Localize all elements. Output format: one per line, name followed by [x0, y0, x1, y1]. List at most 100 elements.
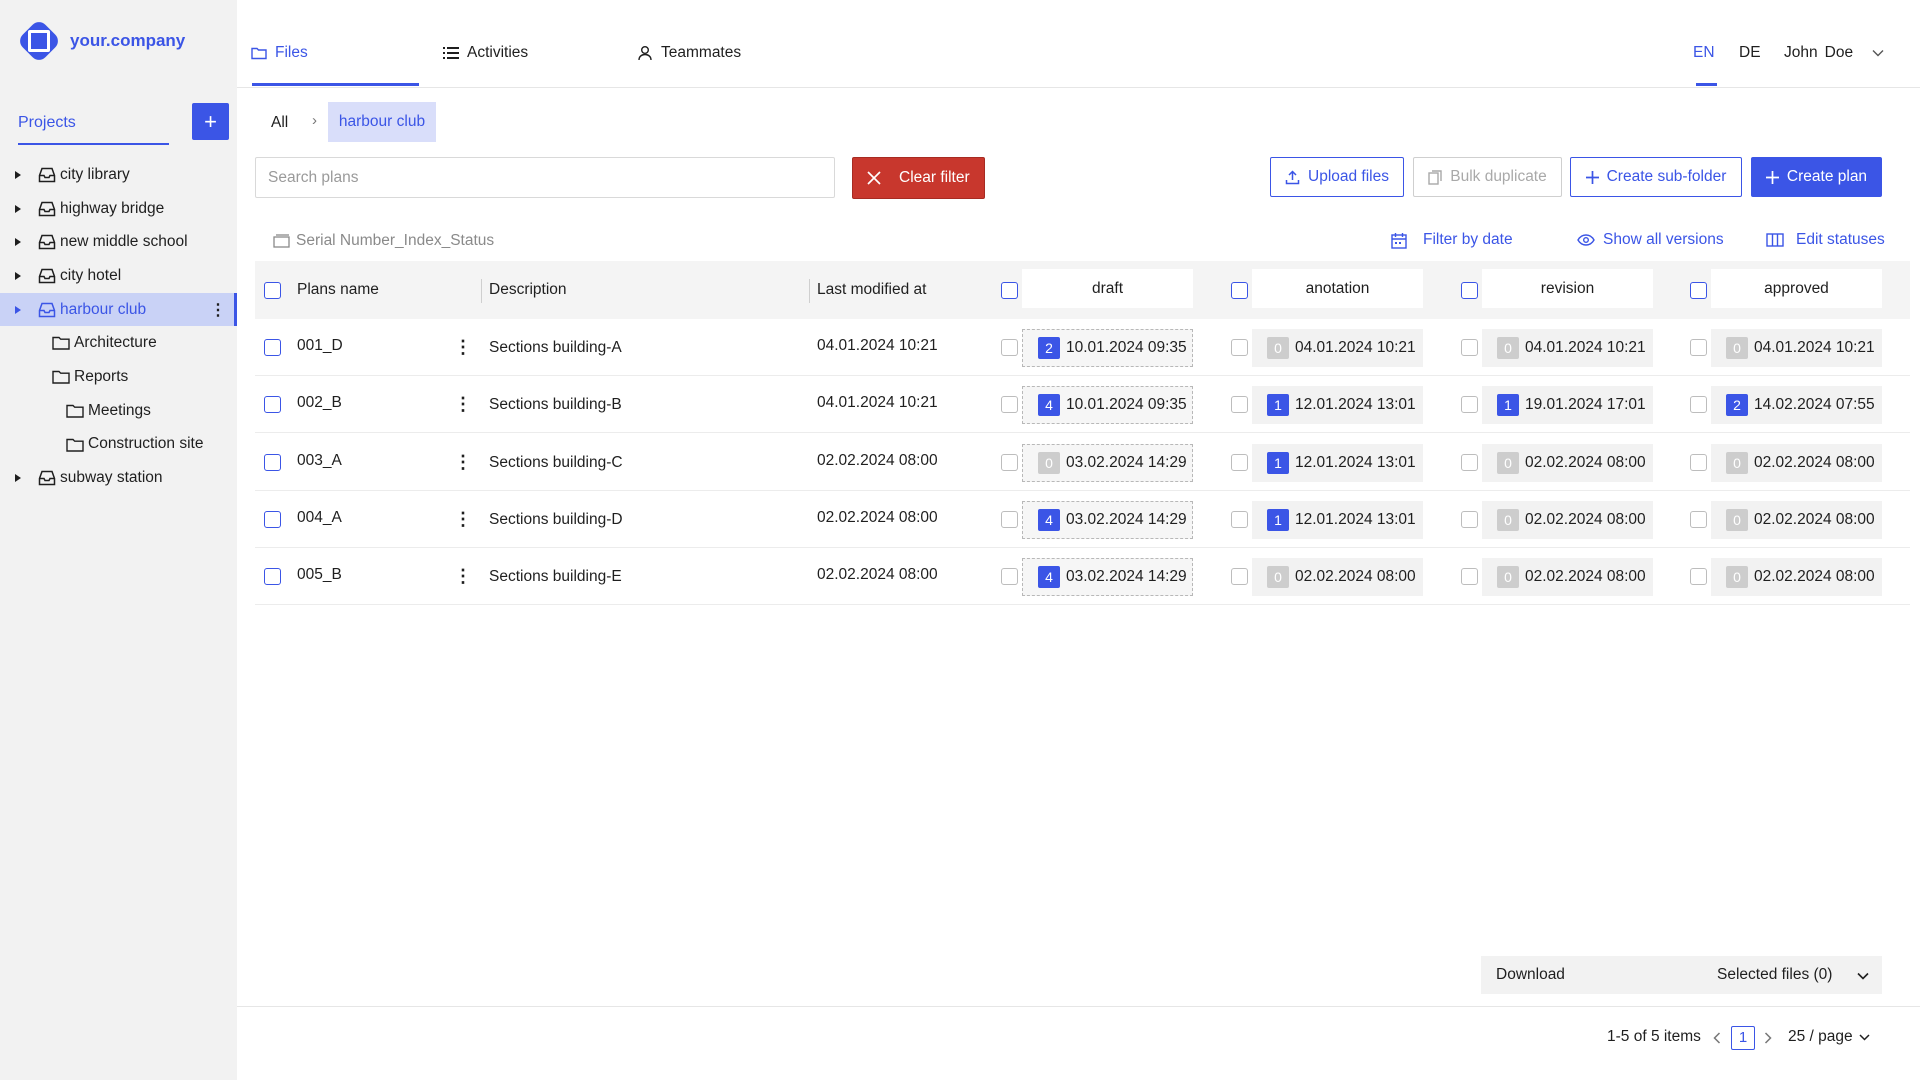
status-checkbox[interactable]: [1001, 396, 1018, 414]
status-column-checkbox[interactable]: [1001, 282, 1018, 299]
column-description[interactable]: Description: [489, 281, 567, 299]
row-checkbox[interactable]: [264, 568, 281, 586]
status-column-checkbox[interactable]: [1461, 282, 1478, 299]
status-cell-approved[interactable]: 0 02.02.2024 08:00: [1711, 443, 1882, 482]
clear-filter-button[interactable]: Clear filter: [852, 157, 985, 199]
plan-name[interactable]: 005_B: [297, 566, 342, 584]
status-checkbox[interactable]: [1001, 453, 1018, 471]
status-checkbox[interactable]: [1001, 510, 1018, 528]
table-row[interactable]: 001_D ⋮ Sections building-A 04.01.2024 10:2…: [255, 319, 1910, 376]
status-checkbox[interactable]: [1461, 339, 1478, 356]
row-checkbox[interactable]: [264, 339, 281, 356]
status-cell-revision[interactable]: 0 02.02.2024 08:00: [1482, 443, 1653, 482]
caret-right-icon[interactable]: [15, 474, 21, 483]
caret-right-icon[interactable]: [15, 305, 21, 314]
status-column-approved[interactable]: approved: [1711, 269, 1882, 308]
filter-by-date-button[interactable]: Filter by date: [1391, 231, 1513, 249]
page-size-select[interactable]: 25 / page: [1788, 1028, 1870, 1046]
search-input[interactable]: [255, 157, 835, 198]
status-checkbox[interactable]: [1001, 339, 1018, 356]
show-all-versions-button[interactable]: Show all versions: [1577, 231, 1724, 249]
logo[interactable]: your.company: [16, 18, 185, 64]
status-column-checkbox[interactable]: [1231, 282, 1248, 299]
tree-item[interactable]: Meetings: [0, 394, 237, 428]
status-column-revision[interactable]: revision: [1482, 269, 1653, 308]
column-last-modified[interactable]: Last modified at: [817, 281, 926, 299]
add-project-button[interactable]: +: [192, 103, 229, 140]
download-bar[interactable]: Download Selected files (0): [1481, 956, 1882, 994]
status-checkbox[interactable]: [1461, 396, 1478, 414]
tree-item[interactable]: harbour club ⋮: [0, 292, 237, 327]
status-checkbox[interactable]: [1231, 568, 1248, 586]
status-column-anotation[interactable]: anotation: [1252, 269, 1423, 308]
column-plans-name[interactable]: Plans name: [297, 281, 379, 299]
chevron-right-icon[interactable]: [1764, 1032, 1772, 1044]
more-vertical-icon[interactable]: ⋮: [454, 505, 472, 533]
tree-item[interactable]: subway station: [0, 461, 237, 495]
status-checkbox[interactable]: [1690, 453, 1707, 471]
select-all-checkbox[interactable]: [264, 282, 281, 299]
status-cell-approved[interactable]: 0 02.02.2024 08:00: [1711, 558, 1882, 597]
status-cell-anotation[interactable]: 1 12.01.2024 13:01: [1252, 443, 1423, 482]
tree-item[interactable]: highway bridge: [0, 192, 237, 226]
status-checkbox[interactable]: [1461, 568, 1478, 586]
status-cell-draft[interactable]: 4 03.02.2024 14:29: [1022, 558, 1193, 597]
more-vertical-icon[interactable]: ⋮: [454, 562, 472, 590]
more-vertical-icon[interactable]: ⋮: [454, 390, 472, 418]
tab-files[interactable]: Files: [251, 44, 308, 62]
status-checkbox[interactable]: [1231, 396, 1248, 414]
row-checkbox[interactable]: [264, 453, 281, 471]
lang-de[interactable]: DE: [1739, 44, 1761, 62]
status-cell-anotation[interactable]: 1 12.01.2024 13:01: [1252, 386, 1423, 425]
chevron-left-icon[interactable]: [1713, 1032, 1721, 1044]
caret-right-icon[interactable]: [15, 271, 21, 280]
tree-item[interactable]: city hotel: [0, 259, 237, 293]
bulk-duplicate-button[interactable]: Bulk duplicate: [1413, 157, 1562, 197]
edit-statuses-button[interactable]: Edit statuses: [1766, 231, 1885, 249]
projects-tab[interactable]: Projects: [18, 114, 76, 132]
table-row[interactable]: 003_A ⋮ Sections building-C 02.02.2024 08:0…: [255, 434, 1910, 491]
status-cell-anotation[interactable]: 0 02.02.2024 08:00: [1252, 558, 1423, 597]
status-column-draft[interactable]: draft: [1022, 269, 1193, 308]
status-checkbox[interactable]: [1231, 453, 1248, 471]
row-checkbox[interactable]: [264, 396, 281, 414]
breadcrumb-current[interactable]: harbour club: [328, 102, 436, 142]
row-checkbox[interactable]: [264, 510, 281, 528]
status-cell-draft[interactable]: 2 10.01.2024 09:35: [1022, 329, 1193, 367]
create-subfolder-button[interactable]: Create sub-folder: [1570, 157, 1742, 197]
tree-item[interactable]: Reports: [0, 360, 237, 394]
status-cell-revision[interactable]: 0 02.02.2024 08:00: [1482, 558, 1653, 597]
status-checkbox[interactable]: [1461, 453, 1478, 471]
plan-name[interactable]: 004_A: [297, 509, 342, 527]
status-cell-anotation[interactable]: 1 12.01.2024 13:01: [1252, 500, 1423, 539]
user-menu[interactable]: John Doe: [1784, 44, 1884, 62]
status-cell-revision[interactable]: 0 02.02.2024 08:00: [1482, 500, 1653, 539]
status-checkbox[interactable]: [1231, 510, 1248, 528]
status-checkbox[interactable]: [1690, 510, 1707, 528]
status-cell-draft[interactable]: 0 03.02.2024 14:29: [1022, 443, 1193, 482]
caret-right-icon[interactable]: [15, 204, 21, 213]
plan-name[interactable]: 003_A: [297, 452, 342, 470]
more-vertical-icon[interactable]: ⋮: [454, 448, 472, 476]
caret-right-icon[interactable]: [15, 170, 21, 179]
table-row[interactable]: 002_B ⋮ Sections building-B 04.01.2024 10:2…: [255, 376, 1910, 434]
more-vertical-icon[interactable]: ⋮: [210, 300, 226, 320]
status-cell-approved[interactable]: 0 04.01.2024 10:21: [1711, 329, 1882, 367]
plan-name[interactable]: 002_B: [297, 394, 342, 412]
table-row[interactable]: 004_A ⋮ Sections building-D 02.02.2024 08:0…: [255, 491, 1910, 548]
status-column-checkbox[interactable]: [1690, 282, 1707, 299]
breadcrumb-all[interactable]: All: [271, 114, 288, 132]
caret-right-icon[interactable]: [15, 238, 21, 247]
status-cell-revision[interactable]: 0 04.01.2024 10:21: [1482, 329, 1653, 367]
status-checkbox[interactable]: [1690, 396, 1707, 414]
upload-files-button[interactable]: Upload files: [1270, 157, 1404, 197]
status-cell-approved[interactable]: 2 14.02.2024 07:55: [1711, 386, 1882, 425]
tree-item[interactable]: Architecture: [0, 326, 237, 360]
create-plan-button[interactable]: Create plan: [1751, 157, 1882, 197]
tree-item[interactable]: city library: [0, 158, 237, 192]
page-number-button[interactable]: 1: [1731, 1026, 1755, 1050]
status-cell-draft[interactable]: 4 03.02.2024 14:29: [1022, 500, 1193, 539]
status-cell-approved[interactable]: 0 02.02.2024 08:00: [1711, 500, 1882, 539]
table-row[interactable]: 005_B ⋮ Sections building-E 02.02.2024 08:0…: [255, 548, 1910, 606]
status-cell-revision[interactable]: 1 19.01.2024 17:01: [1482, 386, 1653, 425]
